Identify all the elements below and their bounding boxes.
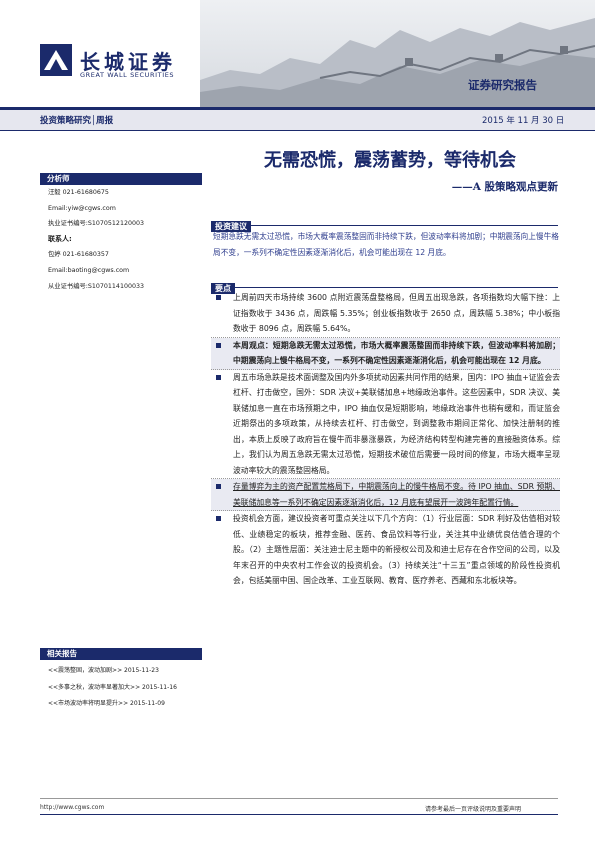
footer-website-link[interactable]: http://www.cgws.com <box>40 804 104 811</box>
square-bullet-icon <box>216 484 221 489</box>
related-report-link[interactable]: <<市场波动率将明显提升>> 2015-11-09 <box>48 696 208 713</box>
analyst-list: 汪毅 021-61680675 Email:yiw@cgws.com 执业证书编… <box>48 185 203 294</box>
points-section-header: 要点 <box>211 276 558 294</box>
square-bullet-icon <box>216 374 221 380</box>
analyst-header: 分析师 <box>40 173 202 185</box>
advice-section-header: 投资建议 <box>211 214 558 232</box>
key-point-text: 存量博弈为主的资产配置荒格局下，中期震荡向上的慢牛格局不变。待 IPO 抽血、S… <box>233 482 560 507</box>
related-reports-list: <<震荡整固，波动加剧>> 2015-11-23 <<多事之秋，波动率显著加大>… <box>48 663 208 713</box>
company-name-en: GREAT WALL SECURITIES <box>80 71 175 79</box>
square-bullet-icon <box>216 295 221 300</box>
analyst-line: 包婷 021-61680357 <box>48 251 109 259</box>
report-category: 投资策略研究│周报 <box>40 116 114 126</box>
analyst-line: 汪毅 021-61680675 <box>48 189 109 196</box>
key-point-item: 本周观点：短期急跌无需太过恐慌，市场大概率震荡整固而非持续下跌，但波动率料将加剧… <box>211 337 560 370</box>
advice-text: 短期急跌无需太过恐慌，市场大概率震荡整固而非持续下跌，但波动率料将加剧；中期震荡… <box>213 232 559 257</box>
contact-label: 联系人: <box>48 234 72 243</box>
related-report-link[interactable]: <<多事之秋，波动率显著加大>> 2015-11-16 <box>48 680 208 697</box>
footer-disclaimer-note: 请参考最后一页评级说明及重要声明 <box>425 806 522 813</box>
key-point-text: 周五市场急跌是技术面调整及国内外多项扰动因素共同作用的结果，国内：IPO 抽血+… <box>233 372 560 475</box>
analyst-line: 从业证书编号:S1070114100033 <box>48 282 144 290</box>
key-point-text: 上周前四天市场持续 3600 点附近震荡盘整格局，但周五出现急跌，各项指数均大幅… <box>233 293 560 333</box>
footer-divider <box>40 814 558 815</box>
related-report-link[interactable]: <<震荡整固，波动加剧>> 2015-11-23 <box>48 663 208 680</box>
key-point-item: 上周前四天市场持续 3600 点附近震荡盘整格局，但周五出现急跌，各项指数均大幅… <box>211 290 560 338</box>
key-points-list: 上周前四天市场持续 3600 点附近震荡盘整格局，但周五出现急跌，各项指数均大幅… <box>211 290 560 589</box>
square-bullet-icon <box>216 342 221 348</box>
footer-separator <box>40 798 558 799</box>
analyst-line: 执业证书编号:S1070512120003 <box>48 220 144 228</box>
key-point-item: 周五市场急跌是技术面调整及国内外多项扰动因素共同作用的结果，国内：IPO 抽血+… <box>211 370 560 479</box>
analyst-email-link[interactable]: Email:yiw@cgws.com <box>48 201 203 217</box>
key-point-text: 本周观点：短期急跌无需太过恐慌，市场大概率震荡整固而非持续下跌，但波动率料将加剧… <box>233 340 560 366</box>
key-point-item: 存量博弈为主的资产配置荒格局下，中期震荡向上的慢牛格局不变。待 IPO 抽血、S… <box>211 479 560 511</box>
key-point-item: 投资机会方面，建议投资者可重点关注以下几个方向：（1）行业层面：SDR 利好及估… <box>211 511 560 589</box>
square-bullet-icon <box>216 516 221 521</box>
great-wall-logo-icon <box>40 44 72 76</box>
key-point-text: 投资机会方面，建议投资者可重点关注以下几个方向：（1）行业层面：SDR 利好及估… <box>233 514 560 585</box>
contact-email-link[interactable]: Email:baoting@cgws.com <box>48 263 203 279</box>
report-date: 2015 年 11 月 30 日 <box>482 116 565 126</box>
report-type: 证券研究报告 <box>468 78 537 92</box>
page-subtitle: ——A 股策略观点更新 <box>451 181 558 193</box>
related-reports-header: 相关报告 <box>40 648 202 660</box>
page-title: 无需恐慌，震荡蓄势，等待机会 <box>264 150 516 171</box>
